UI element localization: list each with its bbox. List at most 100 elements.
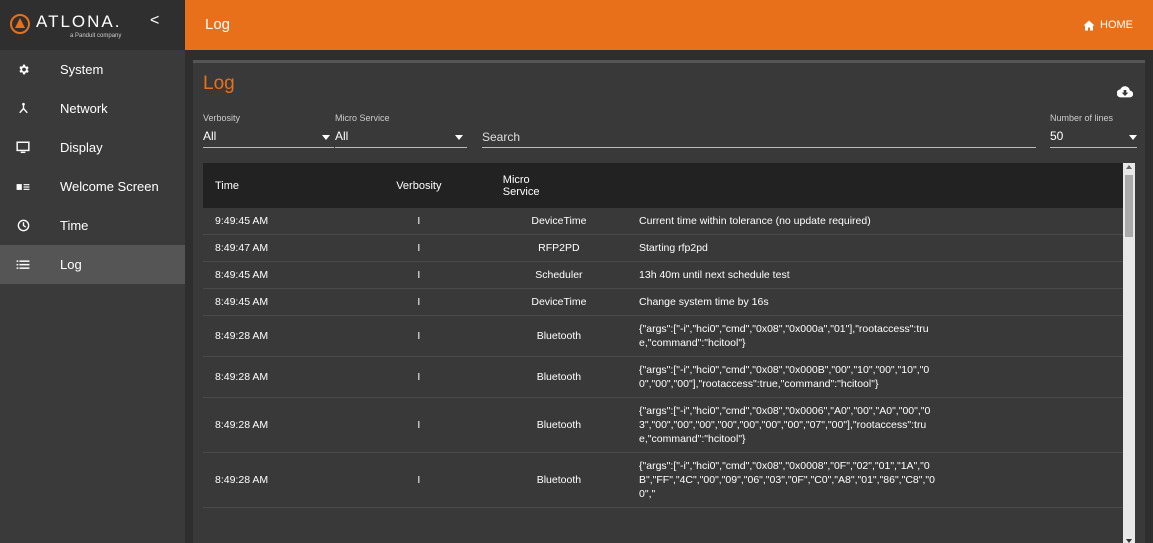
cell-service: RFP2PD	[490, 234, 628, 262]
download-icon[interactable]	[1116, 85, 1134, 103]
home-label: HOME	[1100, 19, 1133, 31]
sidebar-item-label: Welcome Screen	[60, 179, 159, 194]
cell-service: Bluetooth	[490, 315, 628, 357]
table-row: 8:49:28 AM I Bluetooth {"args":["-i","hc…	[203, 356, 1123, 398]
cell-time: 8:49:28 AM	[203, 452, 347, 508]
atlona-logo-icon	[10, 14, 30, 34]
header-verbosity[interactable]: Verbosity	[347, 163, 491, 208]
lines-label: Number of lines	[1050, 113, 1114, 123]
sidebar-item-label: Time	[60, 218, 89, 233]
message-text: {"args":["-i","hci0","cmd","0x08","0x000…	[639, 460, 935, 500]
sidebar-item-label: Display	[60, 140, 103, 155]
cell-verbosity: I	[346, 234, 491, 262]
microservice-select[interactable]: All	[335, 129, 348, 143]
lines-select[interactable]: 50	[1050, 129, 1063, 143]
gear-icon	[16, 63, 30, 77]
content-area: Log Verbosity All Micro Service All Sear…	[185, 50, 1153, 543]
header-micro-service[interactable]: Micro Service	[491, 163, 627, 208]
header-time[interactable]: Time	[203, 163, 347, 208]
cell-time: 8:49:47 AM	[203, 234, 347, 262]
microservice-underline	[335, 147, 467, 148]
sidebar-item-label: Log	[60, 257, 82, 272]
top-bar: Log HOME	[185, 0, 1153, 50]
search-underline	[482, 147, 1036, 148]
clock-icon	[16, 219, 30, 233]
sidebar-item-log[interactable]: Log	[0, 245, 185, 284]
log-table: Time Verbosity Micro Service 9:49:45 AM …	[203, 163, 1123, 508]
verbosity-underline	[203, 147, 334, 148]
brand-subtitle: a Panduit company	[70, 33, 122, 39]
collapse-sidebar-button[interactable]: <	[150, 12, 159, 30]
cell-service: Scheduler	[490, 261, 628, 289]
cell-time: 8:49:28 AM	[203, 397, 347, 453]
sidebar-item-time[interactable]: Time	[0, 206, 185, 245]
list-icon	[16, 258, 30, 272]
sidebar-item-system[interactable]: System	[0, 50, 185, 89]
brand-name: ATLONA.	[36, 12, 122, 31]
table-row: 8:49:28 AM I Bluetooth {"args":["-i","hc…	[203, 452, 1123, 508]
cell-verbosity: I	[346, 261, 491, 289]
cell-time: 8:49:28 AM	[203, 356, 347, 398]
cell-service: Bluetooth	[490, 452, 628, 508]
table-row: 8:49:28 AM I Bluetooth {"args":["-i","hc…	[203, 315, 1123, 357]
cell-service: DeviceTime	[490, 288, 628, 316]
header-micro-service-line2: Service	[502, 185, 540, 198]
message-text: Current time within tolerance (no update…	[639, 215, 871, 227]
message-text: Change system time by 16s	[639, 296, 769, 308]
cell-verbosity: I	[346, 208, 491, 235]
verbosity-select[interactable]: All	[203, 129, 216, 143]
message-text: {"args":["-i","hci0","cmd","0x08","0x000…	[639, 405, 931, 445]
sidebar-item-display[interactable]: Display	[0, 128, 185, 167]
table-row: 8:49:45 AM I DeviceTime Change system ti…	[203, 288, 1123, 316]
log-table-container: Time Verbosity Micro Service 9:49:45 AM …	[203, 163, 1135, 543]
table-row: 9:49:45 AM I DeviceTime Current time wit…	[203, 208, 1123, 235]
cell-service: Bluetooth	[490, 356, 628, 398]
lines-underline	[1050, 147, 1137, 148]
table-row: 8:49:47 AM I RFP2PD Starting rfp2pd	[203, 234, 1123, 262]
panel-title: Log	[203, 73, 235, 94]
table-header: Time Verbosity Micro Service	[203, 163, 1123, 208]
microservice-chevron-down-icon[interactable]	[455, 135, 463, 140]
lines-chevron-down-icon[interactable]	[1129, 135, 1137, 140]
cell-verbosity: I	[346, 452, 491, 508]
display-icon	[16, 141, 30, 155]
search-input[interactable]: Search	[482, 130, 520, 144]
cell-message: 13h 40m until next schedule test	[627, 261, 1123, 289]
sidebar: ATLONA. a Panduit company < System Netwo…	[0, 0, 185, 543]
cell-verbosity: I	[346, 288, 491, 316]
scroll-up-arrow-icon[interactable]	[1126, 165, 1132, 169]
sidebar-nav: System Network Display Welcome Screen Ti…	[0, 50, 185, 284]
cell-verbosity: I	[346, 356, 491, 398]
message-text: {"args":["-i","hci0","cmd","0x08","0x000…	[639, 323, 929, 349]
table-row: 8:49:28 AM I Bluetooth {"args":["-i","hc…	[203, 397, 1123, 453]
microservice-label: Micro Service	[335, 113, 390, 123]
table-row: 8:49:45 AM I Scheduler 13h 40m until nex…	[203, 261, 1123, 289]
cell-message: {"args":["-i","hci0","cmd","0x08","0x000…	[627, 315, 1123, 357]
scroll-down-arrow-icon[interactable]	[1126, 539, 1132, 543]
cell-verbosity: I	[346, 397, 491, 453]
welcome-screen-icon	[16, 180, 30, 194]
cell-message: Change system time by 16s	[627, 288, 1123, 316]
cell-time: 8:49:45 AM	[203, 288, 347, 316]
cell-time: 8:49:45 AM	[203, 261, 347, 289]
verbosity-chevron-down-icon[interactable]	[322, 135, 330, 140]
sidebar-item-label: System	[60, 62, 104, 77]
cell-service: DeviceTime	[490, 208, 628, 235]
table-scrollbar[interactable]	[1123, 163, 1135, 543]
cell-time: 9:49:45 AM	[203, 208, 347, 235]
cell-service: Bluetooth	[490, 397, 628, 453]
scrollbar-thumb[interactable]	[1125, 175, 1133, 237]
cell-message: {"args":["-i","hci0","cmd","0x08","0x000…	[627, 397, 1123, 453]
home-icon	[1083, 20, 1095, 30]
cell-message: Current time within tolerance (no update…	[627, 208, 1123, 235]
sidebar-item-network[interactable]: Network	[0, 89, 185, 128]
sidebar-item-label: Network	[60, 101, 108, 116]
cell-verbosity: I	[346, 315, 491, 357]
verbosity-label: Verbosity	[203, 113, 241, 123]
log-panel: Log Verbosity All Micro Service All Sear…	[193, 60, 1145, 543]
sidebar-item-welcome-screen[interactable]: Welcome Screen	[0, 167, 185, 206]
home-button[interactable]: HOME	[1083, 19, 1133, 31]
cell-message: Starting rfp2pd	[627, 234, 1123, 262]
message-text: {"args":["-i","hci0","cmd","0x08","0x000…	[639, 364, 930, 390]
page-title: Log	[205, 16, 231, 33]
